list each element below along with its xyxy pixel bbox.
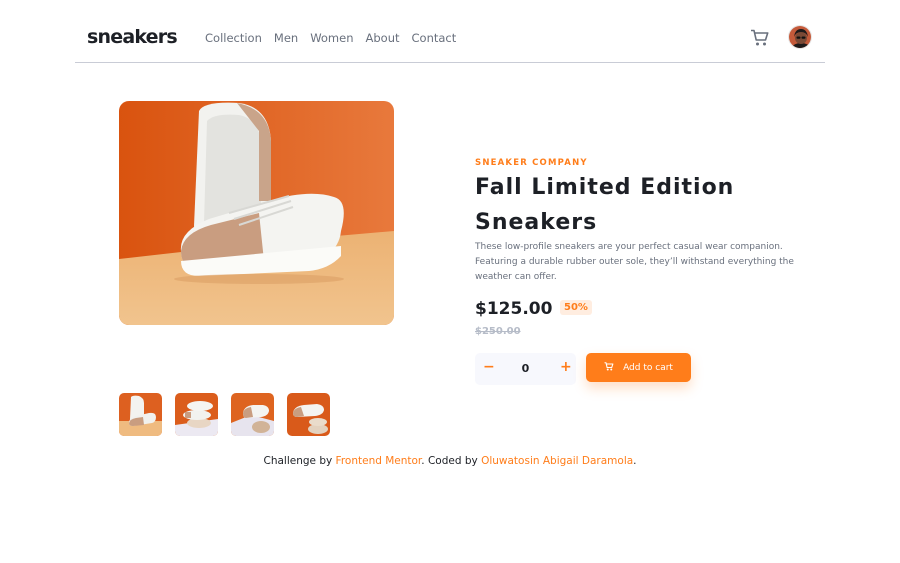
add-to-cart-label: Add to cart [623,362,673,373]
thumbnail-1[interactable] [119,393,162,436]
increase-quantity-button[interactable]: + [560,359,572,375]
cart-icon[interactable] [750,29,770,47]
company-label: SNEAKER COMPANY [475,158,588,168]
nav-contact[interactable]: Contact [412,31,457,45]
nav-collection[interactable]: Collection [205,31,262,45]
frontend-mentor-link[interactable]: Frontend Mentor [336,455,422,467]
nav-men[interactable]: Men [274,31,298,45]
coded-by-text: . Coded by [421,455,478,467]
thumbnail-4[interactable] [287,393,330,436]
original-price: $250.00 [475,326,521,337]
discount-badge: 50% [560,300,592,315]
product-main-image[interactable] [119,101,394,325]
add-to-cart-button[interactable]: Add to cart [586,353,691,382]
product-description: These low-profile sneakers are your perf… [475,242,794,282]
thumbnail-3[interactable] [231,393,274,436]
challenge-by-text: Challenge by [263,455,333,467]
thumbnail-2[interactable] [175,393,218,436]
quantity-stepper: − 0 + [475,353,576,385]
thumbnail-strip [119,393,330,436]
product-title: Fall Limited Edition Sneakers [475,175,735,235]
site-header: sneakers Collection Men Women About Cont… [75,0,825,63]
nav-women[interactable]: Women [310,31,353,45]
nav-about[interactable]: About [366,31,400,45]
avatar[interactable] [788,25,812,49]
attribution-footer: Challenge by Frontend Mentor. Coded by O… [0,455,900,467]
cart-icon [604,361,614,374]
current-price: $125.00 [475,299,553,319]
author-link[interactable]: Oluwatosin Abigail Daramola [481,455,633,467]
footer-end: . [633,455,637,467]
logo[interactable]: sneakers [87,26,178,48]
main-nav: Collection Men Women About Contact [205,31,456,45]
